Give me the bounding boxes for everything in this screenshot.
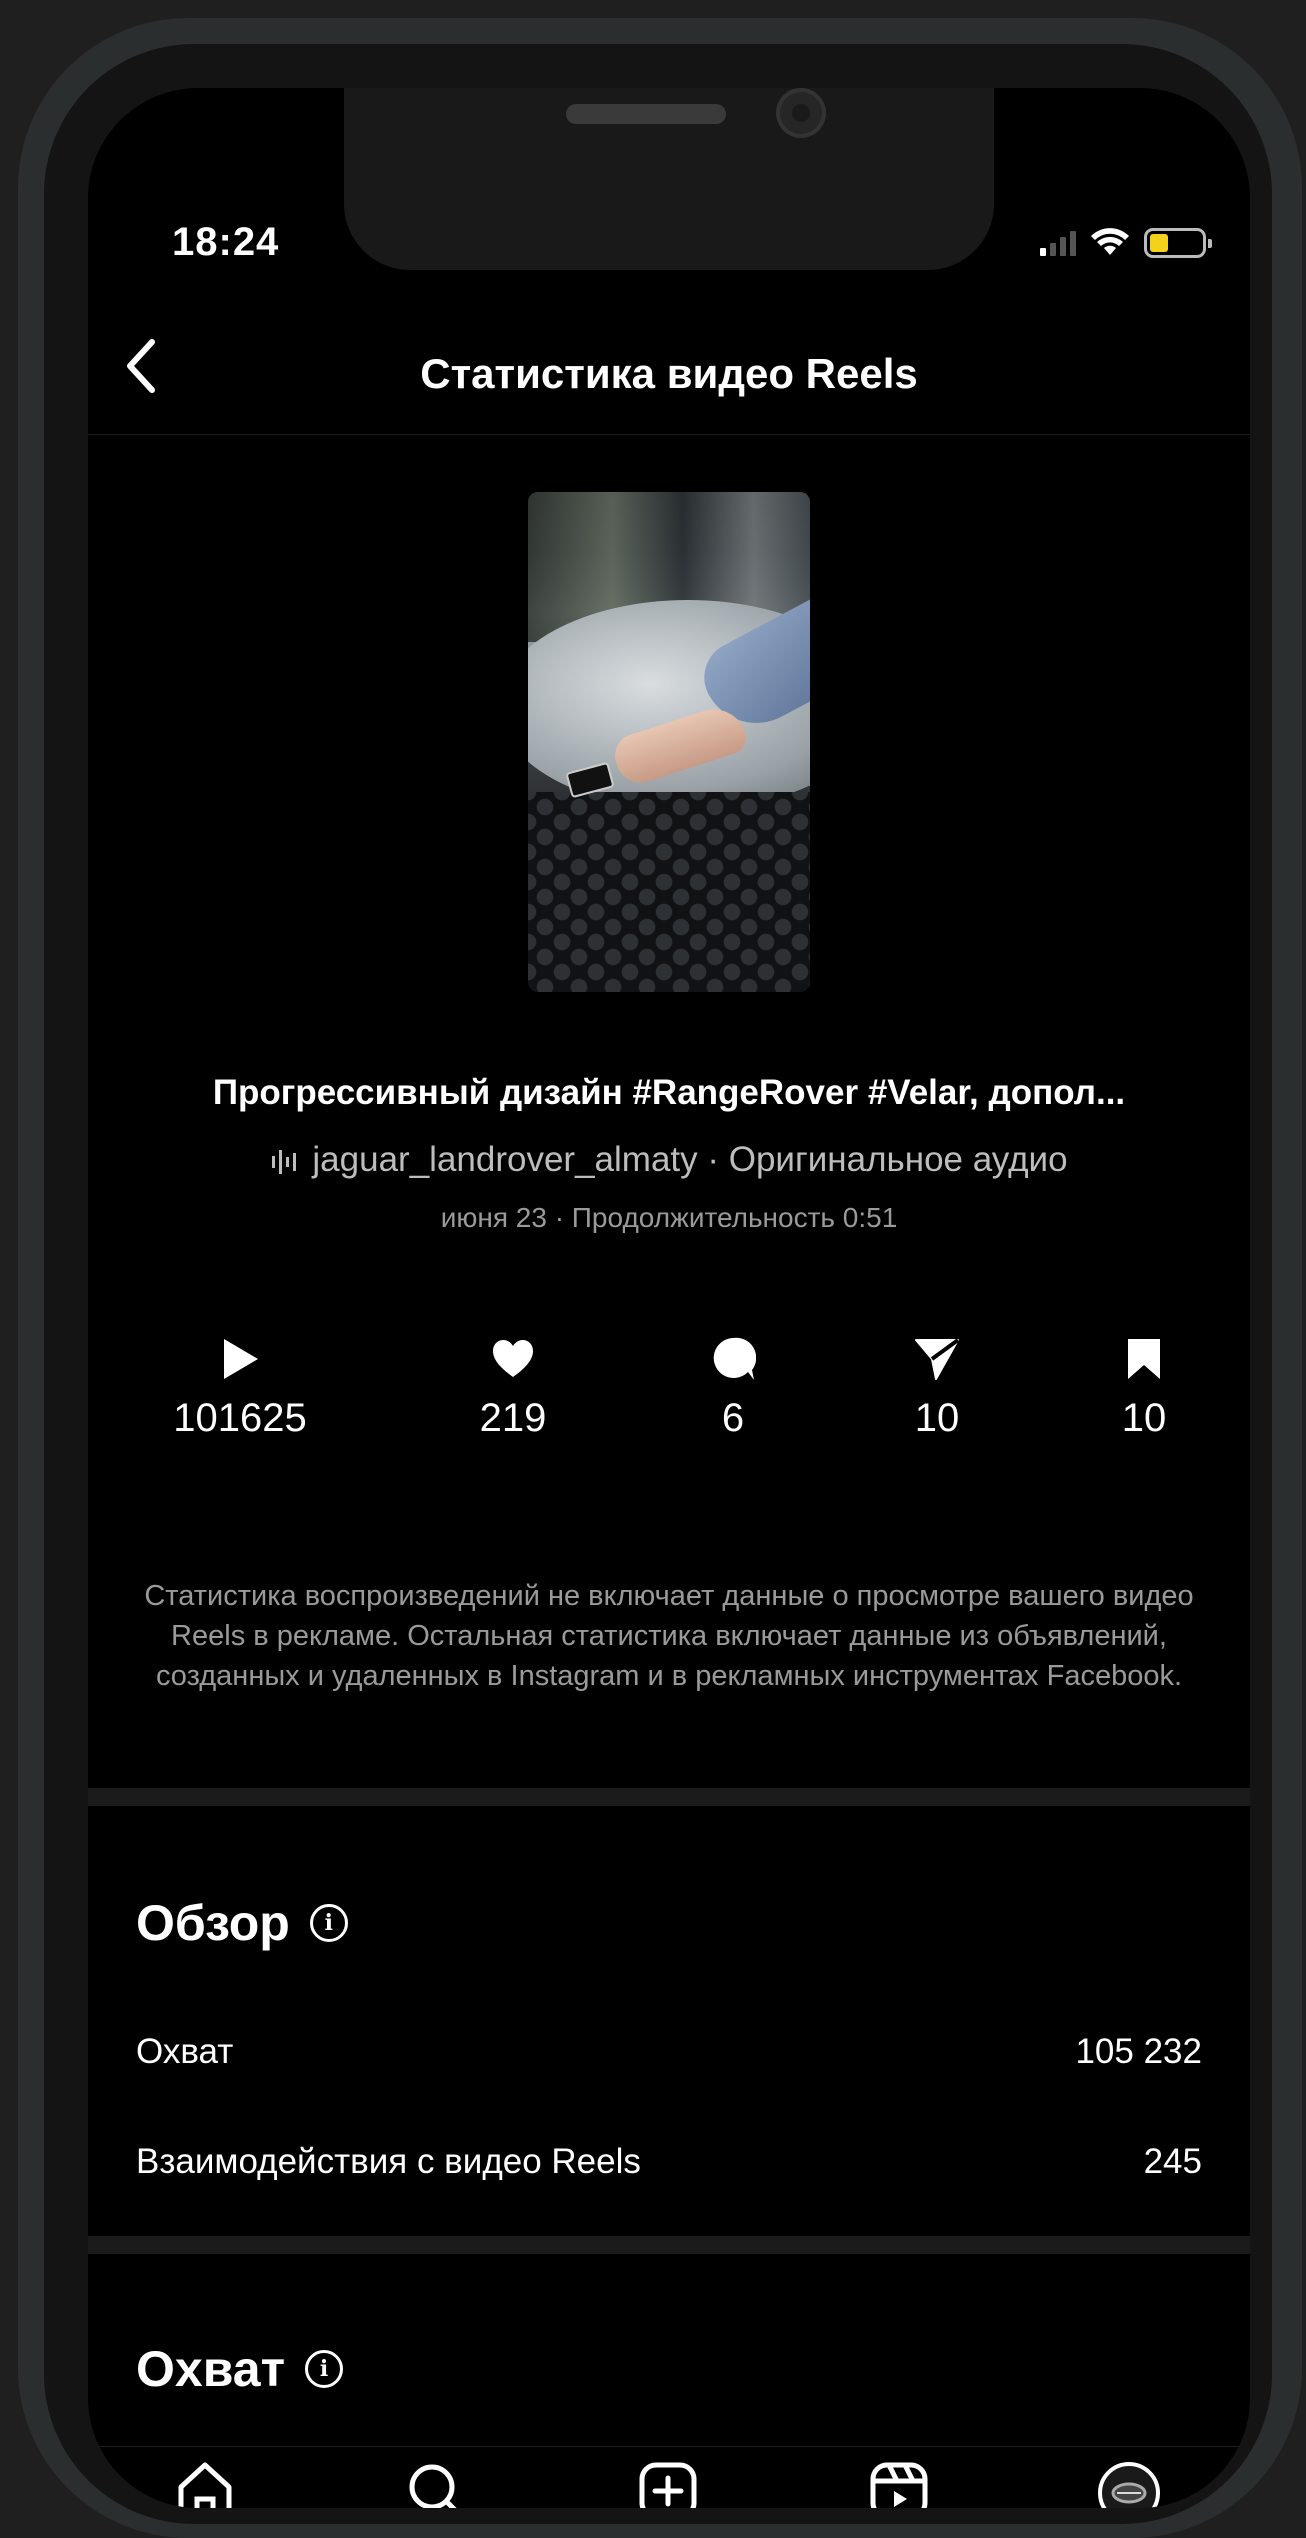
section-divider	[88, 2236, 1250, 2254]
status-time: 18:24	[172, 220, 280, 264]
reel-caption: Прогрессивный дизайн #RangeRover #Velar,…	[212, 1073, 1126, 1112]
stat-saves: 10	[1044, 1334, 1244, 1441]
row-label: Взаимодействия с видео Reels	[136, 2142, 641, 2181]
stat-value: 101625	[173, 1396, 307, 1440]
screen: 18:24 Статистика видео Reels Прогрессивн…	[88, 88, 1250, 2508]
play-icon	[224, 1339, 258, 1379]
header: Статистика видео Reels	[88, 288, 1250, 435]
reach-section-title: Охват i	[136, 2340, 344, 2398]
overview-section-title: Обзор i	[136, 1894, 348, 1952]
create-icon	[639, 2462, 697, 2508]
wifi-icon	[1091, 228, 1129, 255]
stat-likes: 219	[413, 1334, 613, 1441]
bottom-tab-bar	[88, 2446, 1250, 2508]
tab-home[interactable]	[170, 2461, 240, 2508]
stat-shares: 10	[837, 1334, 1037, 1441]
speaker-grille	[566, 104, 726, 124]
page-title: Статистика видео Reels	[420, 350, 918, 397]
info-icon[interactable]: i	[305, 2350, 344, 2388]
audio-label: jaguar_landrover_almaty · Оригинальное а…	[312, 1140, 1068, 1179]
share-icon	[915, 1338, 960, 1380]
overview-row-interactions: Взаимодействия с видео Reels 245	[136, 2142, 1202, 2182]
audio-wave-icon	[272, 1149, 297, 1174]
battery-icon	[1144, 228, 1212, 258]
stat-plays: 101625	[140, 1334, 340, 1441]
overview-row-reach: Охват 105 232	[136, 2032, 1202, 2072]
bookmark-icon	[1128, 1339, 1160, 1379]
comment-icon	[713, 1337, 756, 1380]
info-icon[interactable]: i	[309, 1904, 348, 1942]
front-camera	[776, 88, 826, 138]
stat-comments: 6	[633, 1334, 833, 1441]
tab-create[interactable]	[633, 2461, 703, 2508]
stat-value: 6	[721, 1396, 745, 1440]
status-icons	[1040, 228, 1212, 258]
tab-profile[interactable]	[1094, 2461, 1164, 2508]
disclaimer-text: Статистика воспроизведений не включает д…	[144, 1580, 1194, 1692]
stats-row: 101625 219 6 10 10	[88, 1334, 1250, 1454]
profile-avatar	[1098, 2462, 1160, 2508]
stat-value: 10	[1121, 1396, 1167, 1440]
row-label: Охват	[136, 2032, 234, 2071]
tab-search[interactable]	[401, 2461, 471, 2508]
home-icon	[178, 2462, 232, 2508]
stat-value: 219	[479, 1396, 547, 1440]
signal-icon	[1040, 230, 1076, 256]
reels-icon	[870, 2462, 928, 2508]
stat-value: 10	[914, 1396, 960, 1440]
reel-meta: июня 23 · Продолжительность 0:51	[440, 1202, 898, 1233]
heart-icon	[493, 1340, 533, 1377]
row-value: 105 232	[1075, 2032, 1202, 2071]
overview-title: Обзор	[136, 1895, 290, 1951]
search-icon	[409, 2464, 457, 2508]
row-value: 245	[1143, 2142, 1202, 2181]
reach-title: Охват	[136, 2341, 286, 2397]
reel-thumbnail[interactable]	[528, 492, 810, 992]
section-divider	[88, 1788, 1250, 1806]
reel-audio[interactable]: jaguar_landrover_almaty · Оригинальное а…	[88, 1140, 1250, 1180]
notch	[344, 88, 994, 270]
tab-reels[interactable]	[864, 2461, 934, 2508]
